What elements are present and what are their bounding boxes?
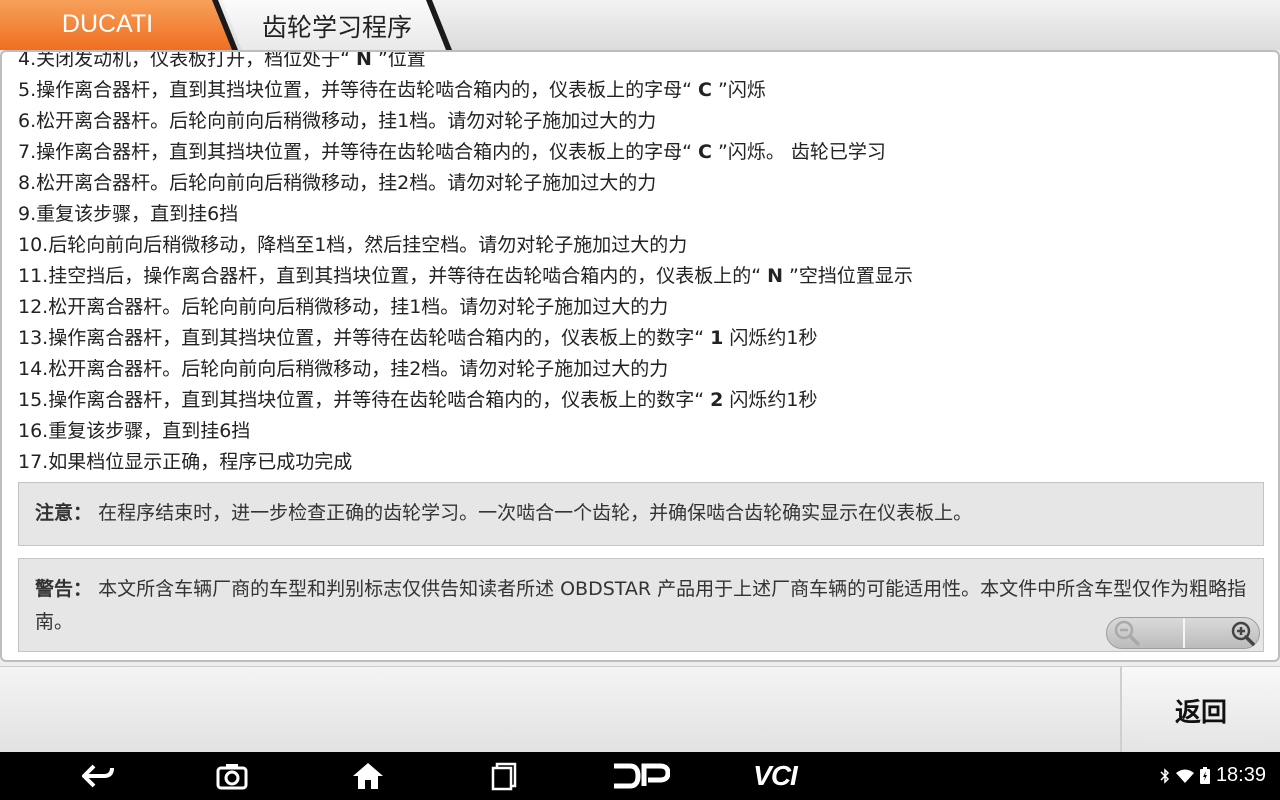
back-arrow-icon[interactable]	[78, 761, 118, 791]
step-item: 5.操作离合器杆，直到其挡块位置，并等待在齿轮啮合箱内的，仪表板上的字母“ C …	[18, 79, 766, 101]
step-item: 14.松开离合器杆。后轮向前向后稍微移动，挂2档。请勿对轮子施加过大的力	[18, 358, 669, 380]
svg-text:DP: DP	[640, 786, 642, 788]
note-label: 注意：	[35, 502, 93, 524]
breadcrumb-page: 齿轮学习程序	[222, 0, 448, 50]
zoom-control	[1106, 617, 1260, 649]
system-nav-bar: DP VCI 18:39	[0, 752, 1280, 800]
steps-list: 4.关闭发动机，仪表板打开，档位处于“ N ”位置 5.操作离合器杆，直到其挡块…	[18, 50, 1268, 478]
dp-icon[interactable]: DP	[608, 761, 672, 791]
step-item: 8.松开离合器杆。后轮向前向后稍微移动，挂2档。请勿对轮子施加过大的力	[18, 172, 657, 194]
step-item: 13.操作离合器杆，直到其挡块位置，并等待在齿轮啮合箱内的，仪表板上的数字“ 1…	[18, 327, 818, 349]
step-item: 12.松开离合器杆。后轮向前向后稍微移动，挂1档。请勿对轮子施加过大的力	[18, 296, 669, 318]
step-item: 7.操作离合器杆，直到其挡块位置，并等待在齿轮啮合箱内的，仪表板上的字母“ C …	[18, 141, 886, 163]
step-item: 16.重复该步骤，直到挂6挡	[18, 420, 251, 442]
bluetooth-icon	[1160, 767, 1169, 784]
app-window: DUCATI 齿轮学习程序 4.关闭发动机，仪表板打开，档位处于“ N ”位置 …	[0, 0, 1280, 800]
home-icon[interactable]	[348, 761, 388, 791]
brand-label: DUCATI	[61, 10, 154, 38]
zoom-out-icon	[1114, 620, 1140, 646]
recent-apps-icon[interactable]	[484, 761, 524, 791]
note-text: 在程序结束时，进一步检查正确的齿轮学习。一次啮合一个齿轮，并确保啮合齿轮确实显示…	[98, 502, 973, 524]
warning-box: 警告： 本文所含车辆厂商的车型和判别标志仅供告知读者所述 OBDSTAR 产品用…	[18, 558, 1264, 652]
step-item: 6.松开离合器杆。后轮向前向后稍微移动，挂1档。请勿对轮子施加过大的力	[18, 110, 657, 132]
status-area: 18:39	[1160, 764, 1266, 787]
battery-icon	[1199, 767, 1210, 784]
clock: 18:39	[1215, 764, 1266, 786]
camera-icon[interactable]	[212, 761, 252, 791]
step-item: 15.操作离合器杆，直到其挡块位置，并等待在齿轮啮合箱内的，仪表板上的数字“ 2…	[18, 389, 818, 411]
step-item: 11.挂空挡后，操作离合器杆，直到其挡块位置，并等待在齿轮啮合箱内的，仪表板上的…	[18, 265, 913, 287]
breadcrumb: DUCATI 齿轮学习程序	[0, 0, 1280, 50]
content-panel[interactable]: 4.关闭发动机，仪表板打开，档位处于“ N ”位置 5.操作离合器杆，直到其挡块…	[0, 50, 1280, 662]
back-button[interactable]: 返回	[1120, 667, 1280, 753]
warning-label: 警告：	[35, 578, 93, 600]
action-bar: 返回	[0, 666, 1280, 753]
wifi-icon	[1175, 769, 1194, 783]
step-item: 10.后轮向前向后稍微移动，降档至1档，然后挂空档。请勿对轮子施加过大的力	[18, 234, 688, 256]
note-box: 注意： 在程序结束时，进一步检查正确的齿轮学习。一次啮合一个齿轮，并确保啮合齿轮…	[18, 482, 1264, 546]
step-item: 4.关闭发动机，仪表板打开，档位处于“ N ”位置	[18, 50, 426, 70]
zoom-in-button[interactable]	[1185, 618, 1259, 648]
vci-icon[interactable]: VCI	[740, 760, 810, 791]
breadcrumb-brand[interactable]: DUCATI	[0, 0, 232, 50]
warning-text: 本文所含车辆厂商的车型和判别标志仅供告知读者所述 OBDSTAR 产品用于上述厂…	[35, 578, 1247, 633]
page-title: 齿轮学习程序	[262, 13, 413, 42]
step-item: 9.重复该步骤，直到挂6挡	[18, 203, 239, 225]
zoom-in-icon	[1231, 621, 1255, 646]
step-item: 17.如果档位显示正确，程序已成功完成	[18, 451, 353, 473]
zoom-out-button[interactable]	[1107, 618, 1185, 648]
